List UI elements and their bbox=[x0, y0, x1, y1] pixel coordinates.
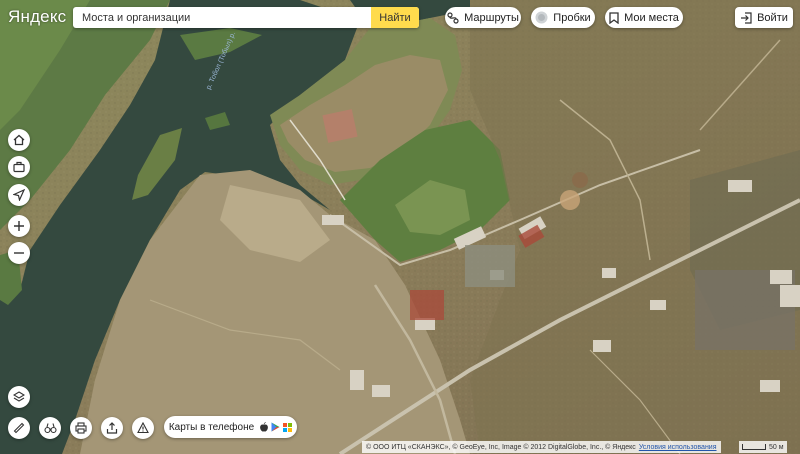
layers-button[interactable] bbox=[8, 386, 30, 408]
warning-icon bbox=[137, 422, 149, 434]
layers-icon bbox=[13, 391, 25, 402]
home-icon bbox=[13, 134, 25, 146]
location-arrow-icon bbox=[13, 189, 25, 201]
home-button[interactable] bbox=[8, 129, 30, 151]
search-button[interactable]: Найти bbox=[371, 7, 419, 28]
quarry bbox=[572, 172, 588, 188]
scale-bar bbox=[742, 444, 766, 450]
search-bar: Найти bbox=[73, 7, 419, 28]
traffic-button[interactable]: Пробки bbox=[531, 7, 595, 28]
routes-button[interactable]: Маршруты bbox=[445, 7, 521, 28]
copyright-bar: © ООО ИТЦ «СКАНЭКС», © GeoEye, Inc, Imag… bbox=[362, 441, 721, 453]
panorama-button[interactable] bbox=[39, 417, 61, 439]
yandex-logo[interactable]: Яндекс bbox=[8, 7, 66, 27]
zoom-out-icon bbox=[14, 252, 24, 254]
apple-icon bbox=[260, 422, 269, 432]
my-places-button[interactable]: Мои места bbox=[605, 7, 683, 28]
ruler-icon bbox=[13, 422, 25, 434]
report-error-button[interactable] bbox=[132, 417, 154, 439]
helipad bbox=[465, 245, 515, 287]
maps-in-phone-button[interactable]: Карты в телефоне bbox=[164, 416, 297, 438]
map-scale: 50 м bbox=[739, 441, 787, 453]
print-icon bbox=[75, 422, 87, 434]
share-button[interactable] bbox=[101, 417, 123, 439]
terms-link[interactable]: Условия использования bbox=[639, 444, 717, 451]
my-location-button[interactable] bbox=[8, 184, 30, 206]
share-icon bbox=[106, 422, 118, 434]
google-play-icon bbox=[271, 422, 280, 432]
satellite-map[interactable]: р. Тобол (Тобыл) р. bbox=[0, 0, 800, 454]
briefcase-icon bbox=[13, 161, 25, 173]
binoculars-icon bbox=[43, 423, 57, 434]
my-places-label: Мои места bbox=[624, 11, 679, 24]
zoom-out-button[interactable] bbox=[8, 242, 30, 264]
routes-icon bbox=[447, 11, 459, 24]
login-button[interactable]: Войти bbox=[735, 7, 793, 28]
ruler-button[interactable] bbox=[8, 417, 30, 439]
login-label: Войти bbox=[757, 11, 788, 24]
maps-in-phone-label: Карты в телефоне bbox=[168, 421, 255, 433]
search-input[interactable] bbox=[73, 7, 369, 28]
zoom-in-icon bbox=[14, 221, 24, 231]
print-button[interactable] bbox=[70, 417, 92, 439]
copyright-text: © ООО ИТЦ «СКАНЭКС», © GeoEye, Inc, Imag… bbox=[366, 443, 636, 451]
scale-label: 50 м bbox=[769, 443, 784, 451]
login-icon bbox=[740, 11, 752, 24]
routes-label: Маршруты bbox=[464, 11, 519, 24]
windows-icon bbox=[283, 422, 293, 432]
traffic-icon bbox=[535, 11, 548, 24]
work-button[interactable] bbox=[8, 156, 30, 178]
quarry bbox=[560, 190, 580, 210]
traffic-label: Пробки bbox=[553, 11, 591, 24]
bookmark-icon bbox=[609, 11, 619, 24]
zoom-in-button[interactable] bbox=[8, 215, 30, 237]
